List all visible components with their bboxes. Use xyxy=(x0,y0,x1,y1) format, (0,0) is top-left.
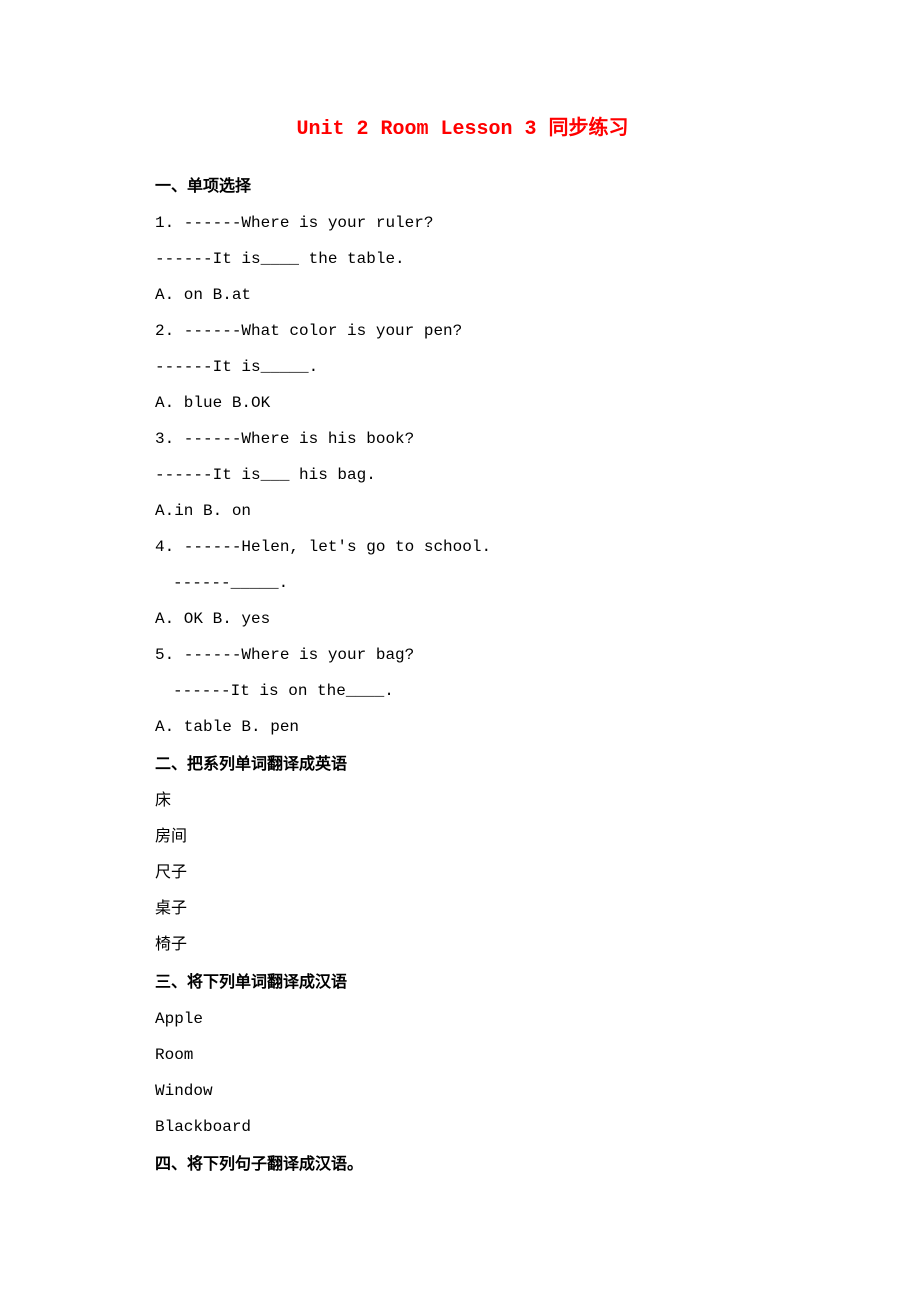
page: Unit 2 Room Lesson 3 同步练习 一、单项选择 1. ----… xyxy=(0,0,920,1302)
q2-prompt: 2. ------What color is your pen? xyxy=(155,319,770,343)
q4-prompt: 4. ------Helen, let's go to school. xyxy=(155,535,770,559)
q4-follow: ------_____. xyxy=(155,571,770,595)
s3-word-2: Room xyxy=(155,1043,770,1067)
q1-follow: ------It is____ the table. xyxy=(155,247,770,271)
section-4-heading: 四、将下列句子翻译成汉语。 xyxy=(155,1153,770,1177)
q5-follow: ------It is on the____. xyxy=(155,679,770,703)
s3-word-3: Window xyxy=(155,1079,770,1103)
q4-options: A. OK B. yes xyxy=(155,607,770,631)
q3-options: A.in B. on xyxy=(155,499,770,523)
document-title: Unit 2 Room Lesson 3 同步练习 xyxy=(155,115,770,145)
section-1-heading: 一、单项选择 xyxy=(155,175,770,199)
s2-word-1: 床 xyxy=(155,789,770,813)
q3-follow: ------It is___ his bag. xyxy=(155,463,770,487)
s3-word-4: Blackboard xyxy=(155,1115,770,1139)
section-3-heading: 三、将下列单词翻译成汉语 xyxy=(155,971,770,995)
s2-word-4: 桌子 xyxy=(155,897,770,921)
s3-word-1: Apple xyxy=(155,1007,770,1031)
q3-prompt: 3. ------Where is his book? xyxy=(155,427,770,451)
q5-options: A. table B. pen xyxy=(155,715,770,739)
q1-prompt: 1. ------Where is your ruler? xyxy=(155,211,770,235)
q1-options: A. on B.at xyxy=(155,283,770,307)
s2-word-5: 椅子 xyxy=(155,933,770,957)
s2-word-2: 房间 xyxy=(155,825,770,849)
section-2-heading: 二、把系列单词翻译成英语 xyxy=(155,753,770,777)
s2-word-3: 尺子 xyxy=(155,861,770,885)
q2-options: A. blue B.OK xyxy=(155,391,770,415)
q2-follow: ------It is_____. xyxy=(155,355,770,379)
q5-prompt: 5. ------Where is your bag? xyxy=(155,643,770,667)
